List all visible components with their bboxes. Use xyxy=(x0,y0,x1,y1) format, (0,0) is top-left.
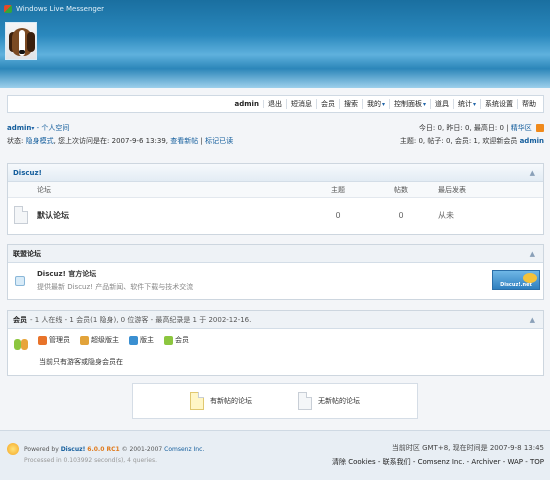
forum-new-icon xyxy=(190,392,204,410)
online-title[interactable]: 会员 xyxy=(13,315,27,325)
link-forum-icon xyxy=(15,276,25,286)
moderator-icon xyxy=(129,335,138,345)
table-row: 默认论坛 0 0 从未 xyxy=(8,198,543,232)
discuz-logo-badge[interactable]: Discuz!.net xyxy=(492,270,540,290)
username-link[interactable]: admin xyxy=(7,124,31,132)
role-legend: 管理员 超级版主 版主 会员 xyxy=(38,335,199,345)
forum-category-box: Discuz! ▲ 论坛 主题 帖数 最后发表 默认论坛 0 0 从未 xyxy=(7,163,544,235)
admin-icon xyxy=(38,335,47,345)
link-forum-desc: 提供最新 Discuz! 产品新闻、软件下载与技术交流 xyxy=(37,283,194,291)
role-mod: 版主 xyxy=(129,335,154,345)
collapse-icon[interactable]: ▲ xyxy=(530,250,535,258)
link-forums-title: 联盟论坛 xyxy=(13,249,41,258)
forum-posts: 0 xyxy=(398,210,404,220)
discuz-link[interactable]: Discuz! xyxy=(61,446,86,453)
user-bar: admin▾ - 个人空间 状态: 隐身模式, 您上次访问是在: 2007-9-… xyxy=(7,124,544,145)
category-header: Discuz! ▲ xyxy=(8,164,543,182)
category-title[interactable]: Discuz! xyxy=(13,169,42,177)
status-mode-link[interactable]: 隐身模式 xyxy=(26,137,54,145)
forum-name-link[interactable]: 默认论坛 xyxy=(28,210,308,221)
forum-table-header: 论坛 主题 帖数 最后发表 xyxy=(8,182,543,198)
online-note: 当前只有游客或隐身会员在 xyxy=(39,358,123,366)
status-label: 状态: xyxy=(7,137,24,145)
nav-members[interactable]: 会员 xyxy=(317,99,340,109)
nav-tools[interactable]: 道具 xyxy=(431,99,454,109)
space-link[interactable]: - 个人空间 xyxy=(37,124,70,132)
nav-control-panel[interactable]: 控制面板▾ xyxy=(390,99,431,109)
discuz-swoosh-icon xyxy=(523,273,537,283)
processed-info: Processed in 0.103992 second(s), 4 queri… xyxy=(24,457,157,464)
view-new-link[interactable]: 查看新帖 xyxy=(170,137,198,145)
legend-has-new: 有新帖的论坛 xyxy=(190,392,252,410)
nav-messages[interactable]: 短消息 xyxy=(287,99,317,109)
nav-search[interactable]: 搜索 xyxy=(340,99,363,109)
rss-icon[interactable] xyxy=(536,124,544,132)
collapse-icon[interactable]: ▲ xyxy=(530,169,535,177)
copyright: © 2001-2007 xyxy=(121,446,163,453)
new-member-link[interactable]: admin xyxy=(520,137,544,145)
stats-line1: 今日: 0, 昨日: 0, 最高日: 0 | xyxy=(418,124,509,132)
avatar[interactable] xyxy=(5,22,37,60)
chevron-down-icon: ▾ xyxy=(422,101,426,108)
online-summary: - 1 人在线 - 1 会员(1 隐身), 0 位游客 - 最高纪录是 1 于 … xyxy=(30,315,252,324)
member-icon xyxy=(164,335,173,345)
col-last-post: 最后发表 xyxy=(438,185,466,194)
online-body: 管理员 超级版主 版主 会员 当前只有游客或隐身会员在 xyxy=(8,329,543,375)
window-titlebar: Windows Live Messenger xyxy=(4,5,104,13)
footer: Powered by Discuz! 6.0.0 RC1 © 2001-2007… xyxy=(0,430,550,480)
chevron-down-icon: ▾ xyxy=(381,101,385,108)
collapse-icon[interactable]: ▲ xyxy=(530,316,535,324)
link-forums-header: 联盟论坛 ▲ xyxy=(8,245,543,263)
last-visit-text: , 您上次访问是在: 2007-9-6 13:39, xyxy=(53,137,169,145)
list-item: Discuz! 官方论坛 提供最新 Discuz! 产品新闻、软件下载与技术交流… xyxy=(8,263,543,299)
footer-links[interactable]: 清除 Cookies - 联系我们 - Comsenz Inc. - Archi… xyxy=(332,455,544,469)
stats-line2: 主题: 0, 帖子: 0, 会员: 1, 欢迎新会员 xyxy=(399,137,518,145)
chevron-down-icon[interactable]: ▾ xyxy=(31,125,34,132)
powered-by: Powered by xyxy=(24,446,59,453)
mark-read-link[interactable]: 标记已读 xyxy=(205,137,233,145)
bulb-icon xyxy=(7,443,19,455)
link-forum-name[interactable]: Discuz! 官方论坛 xyxy=(37,269,96,279)
super-moderator-icon xyxy=(80,335,89,345)
forum-topics: 0 xyxy=(335,210,341,220)
nav-system-settings[interactable]: 系统设置 xyxy=(481,99,518,109)
nav-my[interactable]: 我的▾ xyxy=(363,99,390,109)
col-posts: 帖数 xyxy=(394,185,408,194)
forum-no-new-icon xyxy=(298,392,312,410)
timezone-info: 当前时区 GMT+8, 现在时间是 2007-9-8 13:45 xyxy=(391,444,544,452)
windows-logo-icon xyxy=(4,5,12,13)
nav-help[interactable]: 帮助 xyxy=(518,99,540,109)
online-box: 会员 - 1 人在线 - 1 会员(1 隐身), 0 位游客 - 最高纪录是 1… xyxy=(7,310,544,376)
role-member: 会员 xyxy=(164,335,189,345)
role-admin: 管理员 xyxy=(38,335,70,345)
role-super-mod: 超级版主 xyxy=(80,335,119,345)
link-forums-box: 联盟论坛 ▲ Discuz! 官方论坛 提供最新 Discuz! 产品新闻、软件… xyxy=(7,244,544,300)
digest-link[interactable]: 精华区 xyxy=(511,124,532,132)
members-group-icon xyxy=(14,337,28,351)
company-link[interactable]: Comsenz Inc. xyxy=(164,446,204,453)
nav-admin[interactable]: admin xyxy=(231,100,264,108)
col-topics: 主题 xyxy=(331,185,345,194)
col-forum: 论坛 xyxy=(37,185,51,194)
nav-stats[interactable]: 统计▾ xyxy=(454,99,481,109)
forum-no-new-icon xyxy=(14,206,28,224)
top-nav: admin 退出 短消息 会员 搜索 我的▾ 控制面板▾ 道具 统计▾ 系统设置… xyxy=(7,95,544,113)
legend-no-new: 无新帖的论坛 xyxy=(298,392,360,410)
chevron-down-icon: ▾ xyxy=(472,101,476,108)
forum-legend: 有新帖的论坛 无新帖的论坛 xyxy=(132,383,418,419)
version: 6.0.0 RC1 xyxy=(87,446,120,453)
forum-last-post: 从未 xyxy=(438,210,454,220)
online-header: 会员 - 1 人在线 - 1 会员(1 隐身), 0 位游客 - 最高纪录是 1… xyxy=(8,311,543,329)
window-title: Windows Live Messenger xyxy=(16,5,105,13)
nav-logout[interactable]: 退出 xyxy=(264,99,287,109)
messenger-header: Windows Live Messenger xyxy=(0,0,550,88)
